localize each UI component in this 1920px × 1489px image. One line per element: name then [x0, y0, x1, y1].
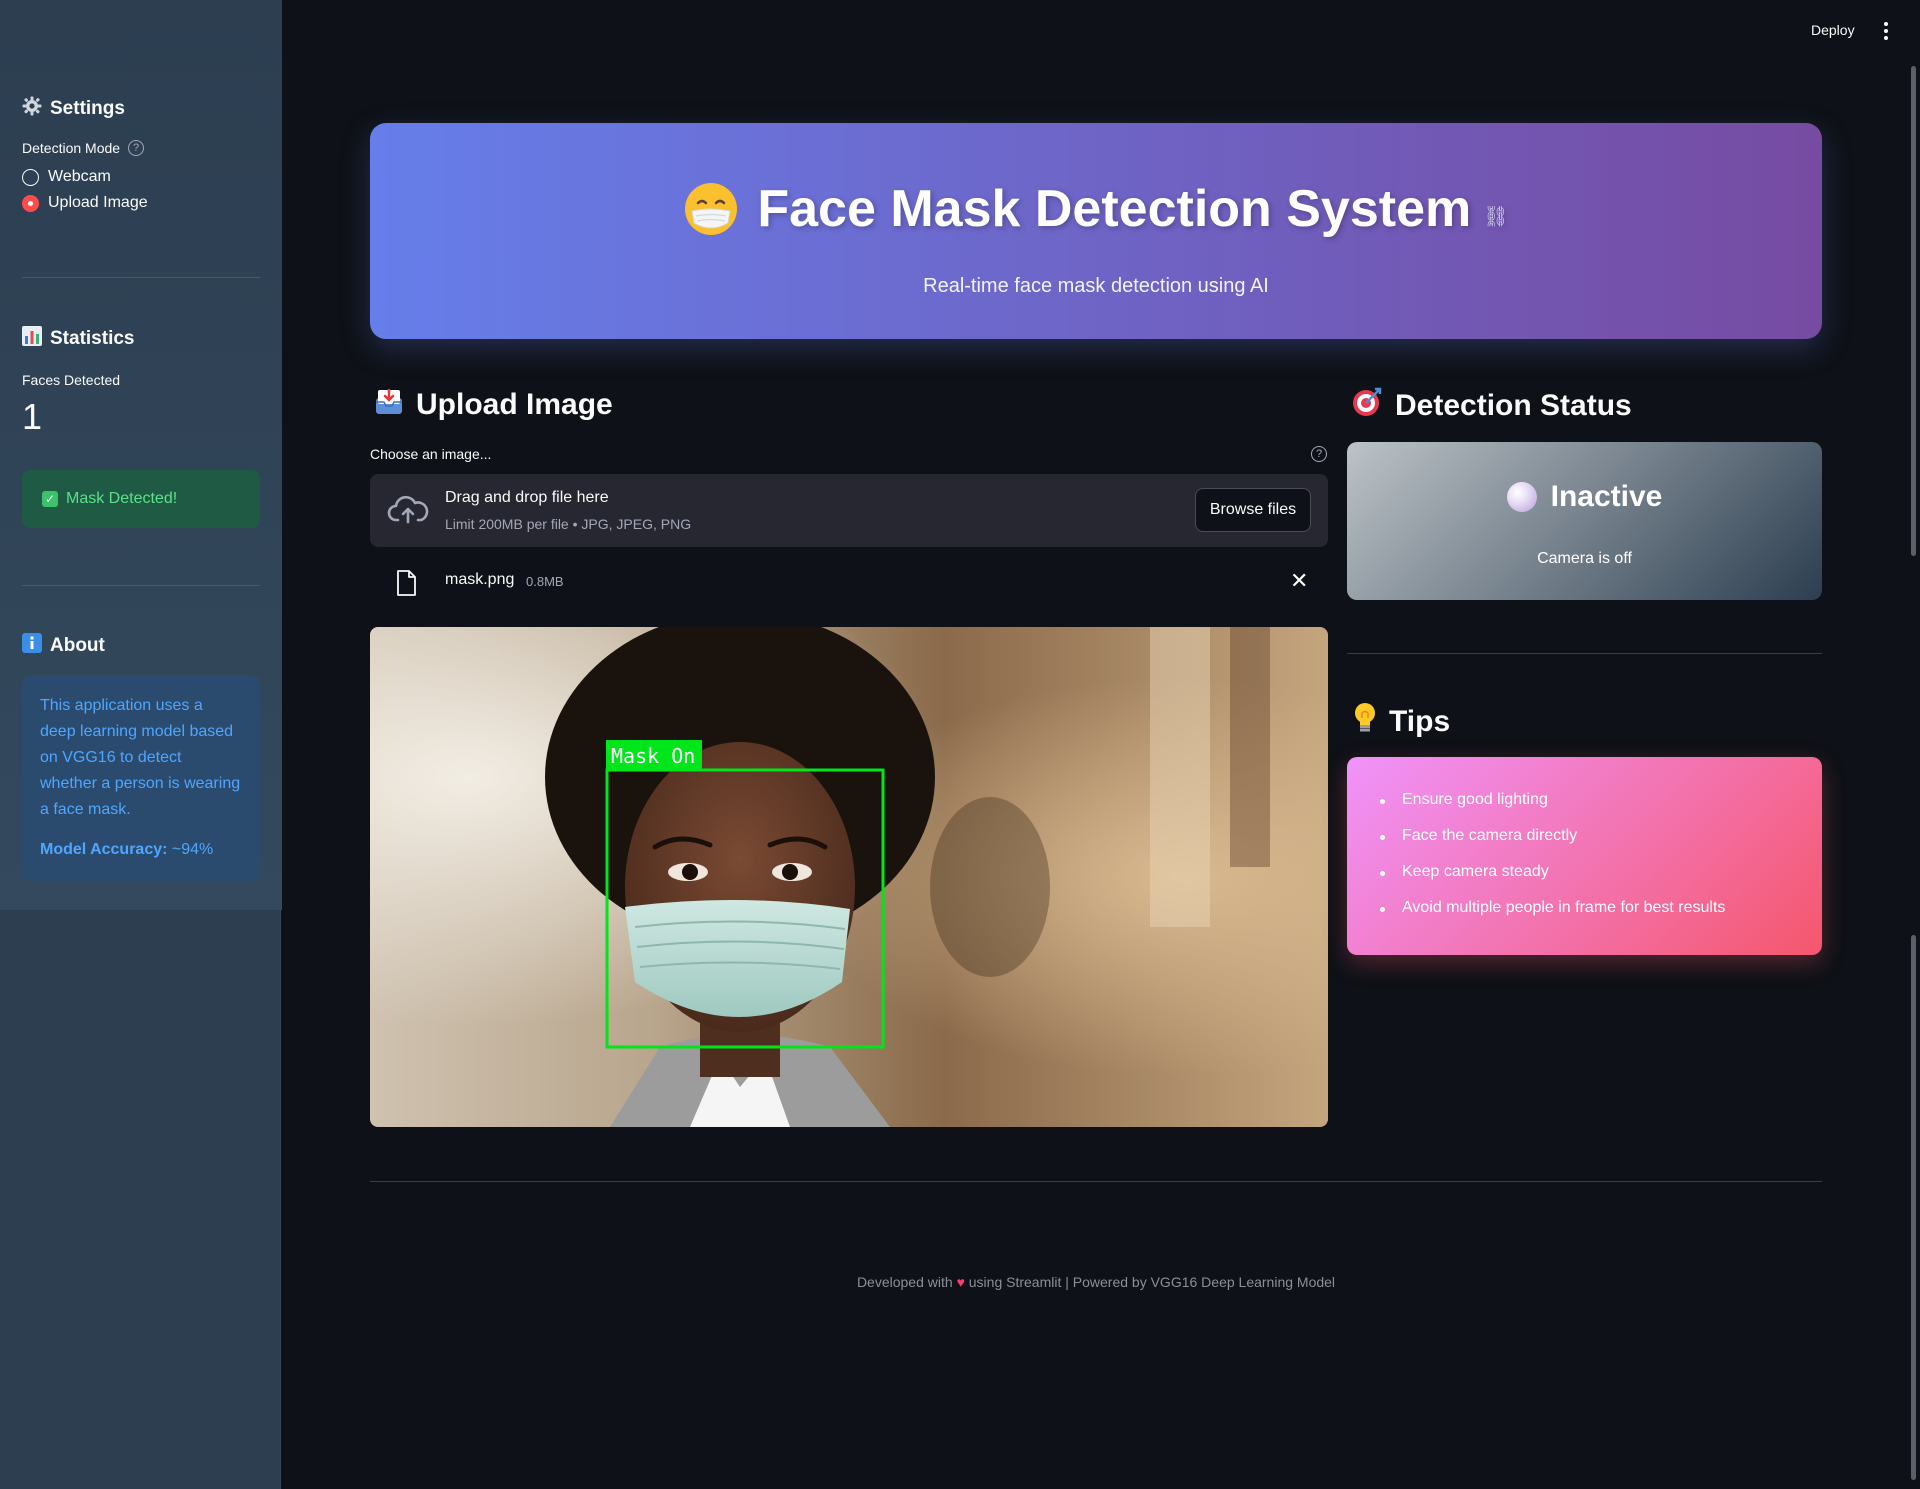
about-text: This application uses a deep learning mo…: [40, 697, 241, 818]
dropzone-limit: Limit 200MB per file • JPG, JPEG, PNG: [445, 516, 692, 532]
radio-button[interactable]: [22, 168, 39, 186]
file-size: 0.8MB: [526, 574, 564, 589]
mask-detected-alert: ✓ Mask Detected!: [22, 470, 260, 528]
status-card: Inactive Camera is off: [1347, 442, 1822, 600]
scrollbar-thumb[interactable]: [1911, 66, 1916, 556]
detection-mode-label: Detection Mode ?: [22, 140, 260, 156]
sidebar-divider: [22, 585, 260, 586]
file-icon: [396, 570, 416, 601]
status-title-row: Inactive: [1347, 480, 1822, 514]
tip-item: Keep camera steady: [1379, 863, 1725, 899]
about-section: About This application uses a deep learn…: [22, 633, 260, 881]
radio-upload-label: Upload Image: [48, 194, 148, 211]
file-name: mask.png: [445, 571, 515, 588]
tip-item: Avoid multiple people in frame for best …: [1379, 899, 1725, 935]
footer-divider: [370, 1181, 1822, 1182]
success-alert: ✓ Mask Detected!: [22, 470, 260, 528]
footer: Developed with ♥ using Streamlit | Power…: [370, 1274, 1822, 1290]
remove-file-icon[interactable]: ✕: [1290, 568, 1308, 594]
faces-detected-label: Faces Detected: [22, 372, 121, 388]
detection-mode-text: Detection Mode: [22, 140, 121, 156]
status-state: Inactive: [1550, 480, 1663, 513]
statistics-title: Statistics: [50, 328, 135, 349]
model-accuracy: Model Accuracy: ~94%: [40, 837, 242, 863]
tip-item: Ensure good lighting: [1379, 791, 1725, 827]
upload-heading: Upload Image: [374, 386, 613, 424]
settings-heading: Settings: [22, 96, 260, 122]
deploy-button[interactable]: Deploy: [1811, 22, 1855, 38]
mask-alert-text: Mask Detected!: [66, 490, 178, 507]
accuracy-value: ~94%: [167, 841, 214, 858]
detection-label: Mask On: [611, 744, 695, 768]
accuracy-label: Model Accuracy:: [40, 841, 168, 858]
more-options-icon[interactable]: [1879, 22, 1893, 42]
radio-button-selected[interactable]: [22, 194, 39, 212]
hero-title-row: Face Mask Detection System ⛓: [370, 179, 1822, 239]
faces-detected-value: 1: [22, 396, 43, 437]
browse-files-button[interactable]: Browse files: [1195, 488, 1311, 532]
status-subtitle: Camera is off: [1537, 550, 1632, 567]
about-title: About: [50, 635, 105, 656]
tips-card: Ensure good lighting Face the camera dir…: [1347, 757, 1822, 955]
tip-item: Face the camera directly: [1379, 827, 1725, 863]
heart-icon: ♥: [956, 1274, 965, 1290]
result-image: Mask On: [370, 627, 1328, 1127]
hero-title: Face Mask Detection System: [757, 180, 1472, 238]
dropzone-title: Drag and drop file here: [445, 489, 609, 506]
radio-webcam-label: Webcam: [48, 168, 111, 185]
statistics-heading: Statistics: [22, 326, 260, 352]
tips-title: Tips: [1389, 705, 1451, 738]
target-icon: [1351, 386, 1383, 426]
info-icon: [22, 633, 42, 659]
status-orb-icon: [1506, 482, 1537, 512]
uploaded-file-row: mask.png 0.8MB ✕: [370, 564, 1328, 600]
radio-webcam[interactable]: Webcam: [22, 168, 260, 186]
tips-heading: Tips: [1353, 702, 1450, 742]
gear-icon: [22, 96, 42, 122]
choose-image-label: Choose an image...: [370, 446, 492, 462]
footer-prefix: Developed with: [856, 1274, 953, 1290]
footer-suffix: using Streamlit | Powered by VGG16 Deep …: [968, 1274, 1336, 1290]
sidebar-lower: [0, 910, 281, 1489]
inbox-tray-icon: [374, 386, 404, 424]
about-info-box: This application uses a deep learning mo…: [22, 675, 260, 881]
radio-upload-image[interactable]: Upload Image: [22, 194, 260, 212]
file-dropzone[interactable]: Drag and drop file here Limit 200MB per …: [370, 474, 1328, 547]
hero-banner: Face Mask Detection System ⛓ Real-time f…: [370, 123, 1822, 339]
bar-chart-icon: [22, 326, 42, 352]
detection-status-heading: Detection Status: [1351, 386, 1632, 426]
help-icon[interactable]: ?: [128, 140, 145, 156]
section-divider: [1347, 653, 1822, 654]
sidebar-divider: [22, 277, 260, 278]
tips-list: Ensure good lighting Face the camera dir…: [1379, 791, 1725, 935]
statistics-section: Statistics Faces Detected 1: [22, 326, 260, 438]
settings-title: Settings: [50, 98, 125, 119]
cloud-upload-icon: [387, 494, 429, 531]
link-icon[interactable]: ⛓: [1483, 204, 1508, 229]
settings-section: Settings Detection Mode ? Webcam Upload …: [22, 96, 260, 212]
light-bulb-icon: [1353, 702, 1377, 742]
hero-subtitle: Real-time face mask detection using AI: [923, 275, 1269, 297]
scrollbar-thumb[interactable]: [1911, 935, 1916, 1480]
about-heading: About: [22, 633, 260, 659]
help-icon[interactable]: ?: [1311, 446, 1327, 462]
face-with-mask-icon: [683, 181, 739, 237]
upload-title: Upload Image: [416, 388, 613, 421]
check-icon: ✓: [42, 491, 58, 507]
detection-status-title: Detection Status: [1395, 389, 1632, 422]
